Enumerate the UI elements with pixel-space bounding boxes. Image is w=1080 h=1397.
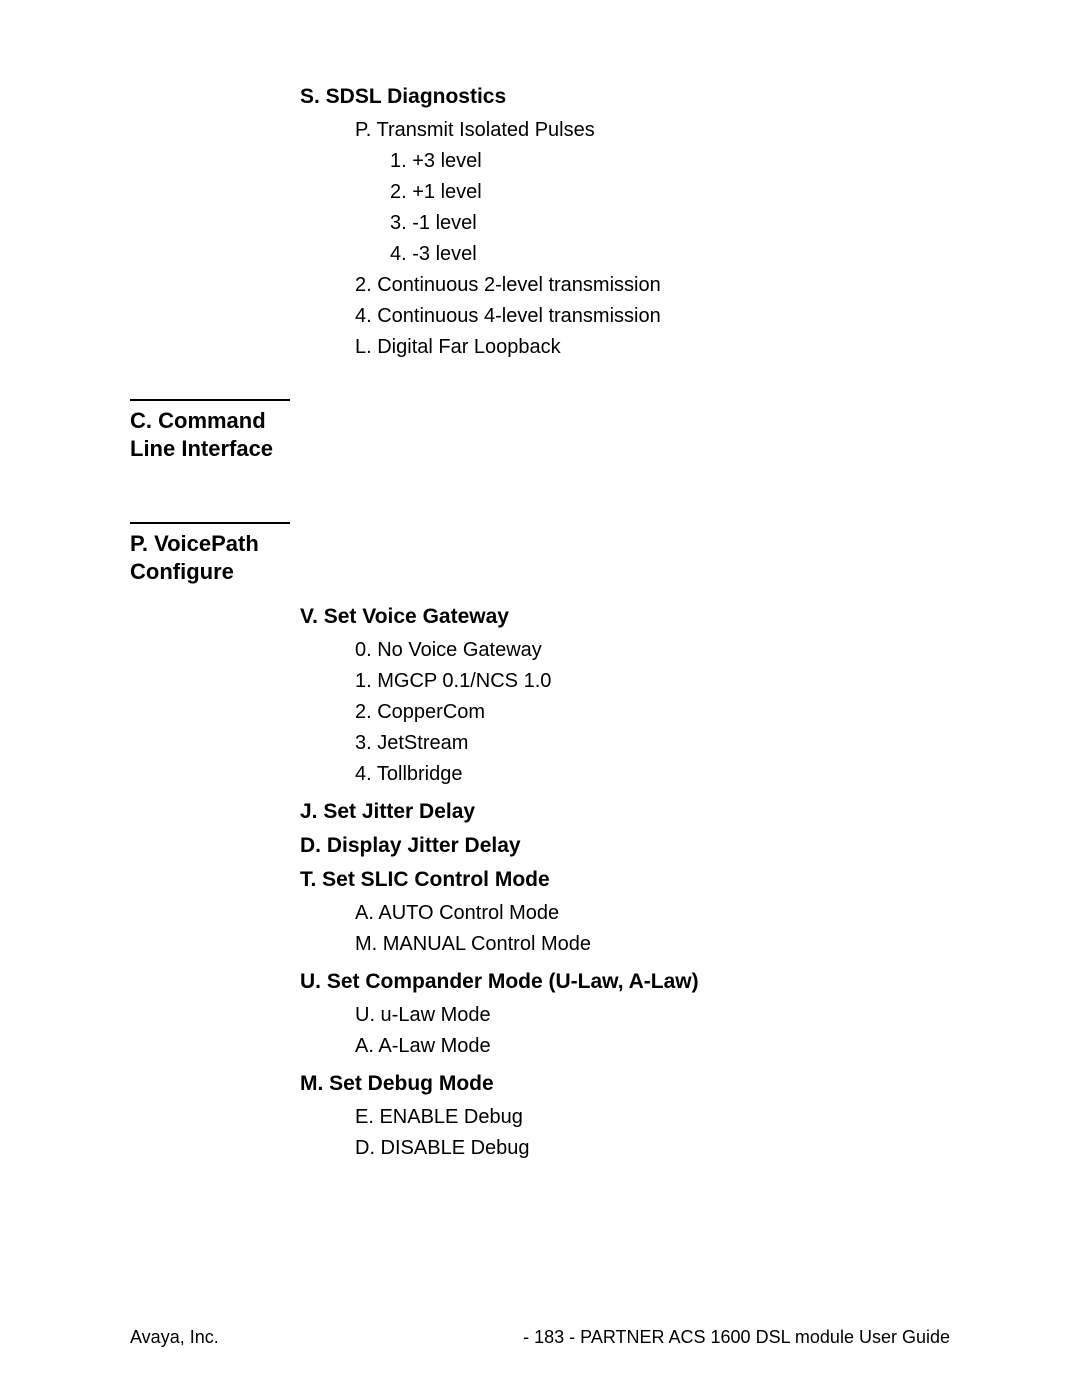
heading-display-jitter-delay: D. Display Jitter Delay bbox=[300, 834, 950, 858]
heading-command-line-interface: C. Command Line Interface bbox=[130, 399, 290, 462]
list-item: U. u-Law Mode bbox=[355, 1000, 950, 1031]
list-item: 3. JetStream bbox=[355, 728, 950, 759]
document-page: S. SDSL Diagnostics P. Transmit Isolated… bbox=[0, 0, 1080, 1397]
footer-guide-title: PARTNER ACS 1600 DSL module User Guide bbox=[580, 1327, 950, 1347]
heading-set-compander-mode: U. Set Compander Mode (U-Law, A-Law) bbox=[300, 970, 950, 994]
heading-set-jitter-delay: J. Set Jitter Delay bbox=[300, 800, 950, 824]
list-item: 4. -3 level bbox=[390, 239, 950, 270]
list-item: 2. Continuous 2-level transmission bbox=[355, 270, 950, 301]
heading-voicepath-configure: P. VoicePath Configure bbox=[130, 522, 290, 585]
list-item: E. ENABLE Debug bbox=[355, 1102, 950, 1133]
heading-set-voice-gateway: V. Set Voice Gateway bbox=[300, 605, 950, 629]
list-item: L. Digital Far Loopback bbox=[355, 332, 950, 363]
list-item: 1. +3 level bbox=[390, 146, 950, 177]
heading-set-debug-mode: M. Set Debug Mode bbox=[300, 1072, 950, 1096]
list-item: M. MANUAL Control Mode bbox=[355, 929, 950, 960]
list-item: P. Transmit Isolated Pulses bbox=[355, 115, 950, 146]
list-item: 2. +1 level bbox=[390, 177, 950, 208]
list-item: 1. MGCP 0.1/NCS 1.0 bbox=[355, 666, 950, 697]
content-area: S. SDSL Diagnostics P. Transmit Isolated… bbox=[130, 85, 950, 1164]
heading-sdsl-diagnostics: S. SDSL Diagnostics bbox=[300, 85, 950, 109]
list-item: 4. Tollbridge bbox=[355, 759, 950, 790]
list-item: D. DISABLE Debug bbox=[355, 1133, 950, 1164]
list-item: A. AUTO Control Mode bbox=[355, 898, 950, 929]
list-item: 3. -1 level bbox=[390, 208, 950, 239]
list-item: A. A-Law Mode bbox=[355, 1031, 950, 1062]
list-item: 4. Continuous 4-level transmission bbox=[355, 301, 950, 332]
heading-set-slic-control-mode: T. Set SLIC Control Mode bbox=[300, 868, 950, 892]
footer-page-number: - 183 - bbox=[523, 1327, 575, 1347]
footer-title: - 183 - PARTNER ACS 1600 DSL module User… bbox=[523, 1327, 950, 1348]
list-item: 2. CopperCom bbox=[355, 697, 950, 728]
footer-company: Avaya, Inc. bbox=[130, 1327, 219, 1348]
list-item: 0. No Voice Gateway bbox=[355, 635, 950, 666]
